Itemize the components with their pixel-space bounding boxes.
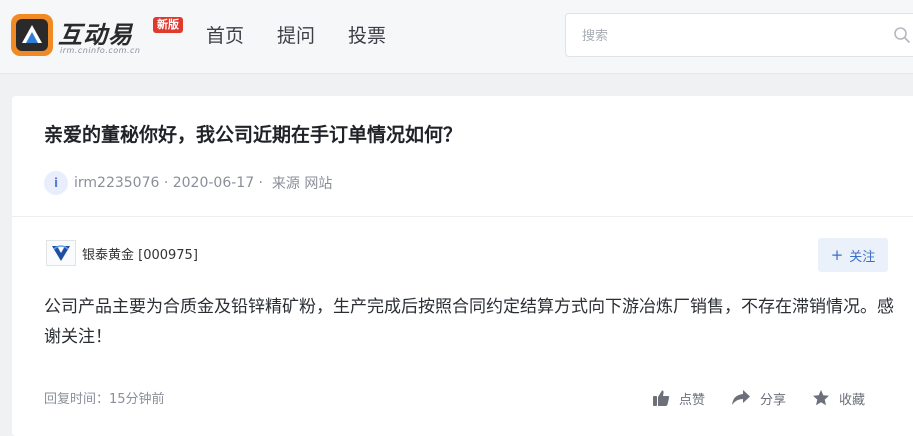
question-meta: i irm2235076 · 2020-06-17 · 来源 网站 — [44, 170, 332, 196]
favorite-button[interactable]: 收藏 — [812, 389, 865, 408]
question-date: · 2020-06-17 · — [159, 175, 268, 191]
star-icon — [813, 390, 830, 406]
share-icon — [732, 390, 751, 405]
logo-text: 互动易 — [58, 21, 133, 49]
divider — [12, 216, 913, 217]
thumbs-up-icon — [653, 390, 670, 406]
like-button[interactable]: 点赞 — [652, 389, 705, 408]
company-info[interactable]: 银泰黄金 [000975] — [46, 240, 198, 266]
share-label: 分享 — [760, 392, 787, 408]
search-icon[interactable] — [893, 26, 911, 44]
new-version-badge: 新版 — [153, 17, 183, 33]
like-label: 点赞 — [679, 392, 706, 408]
nav-ask[interactable]: 提问 — [277, 22, 315, 50]
reply-time: 回复时间：15分钟前 — [44, 392, 165, 407]
top-header: 互动易 新版 irm.cninfo.com.cn 首页 提问 投票 — [0, 0, 913, 74]
main-nav: 首页 提问 投票 — [206, 22, 419, 50]
logo-url: irm.cninfo.com.cn — [60, 46, 141, 55]
site-logo[interactable]: 互动易 新版 irm.cninfo.com.cn — [10, 13, 190, 59]
follow-label: 关注 — [849, 249, 876, 265]
question-title: 亲爱的董秘你好，我公司近期在手订单情况如何？ — [44, 125, 463, 146]
search-input[interactable] — [582, 25, 872, 47]
company-logo-icon — [46, 240, 76, 266]
search-box — [565, 13, 913, 57]
nav-vote[interactable]: 投票 — [348, 22, 386, 50]
nav-home[interactable]: 首页 — [206, 22, 244, 50]
share-button[interactable]: 分享 — [731, 389, 786, 408]
answer-text: 公司产品主要为合质金及铅锌精矿粉，生产完成后按照合同约定结算方式向下游冶炼厂销售… — [44, 297, 894, 347]
question-source: 来源 网站 — [267, 176, 333, 192]
favorite-label: 收藏 — [839, 392, 866, 408]
answer-actions: 点赞 分享 收藏 — [652, 386, 865, 410]
user-avatar: i — [44, 171, 68, 195]
question-user[interactable]: irm2235076 — [74, 175, 159, 191]
company-name: 银泰黄金 [000975] — [82, 247, 198, 263]
logo-mark-icon — [11, 14, 53, 56]
follow-button[interactable]: + 关注 — [818, 238, 888, 272]
plus-icon: + — [830, 245, 844, 264]
qa-card: 亲爱的董秘你好，我公司近期在手订单情况如何？ i irm2235076 · 20… — [12, 96, 913, 436]
